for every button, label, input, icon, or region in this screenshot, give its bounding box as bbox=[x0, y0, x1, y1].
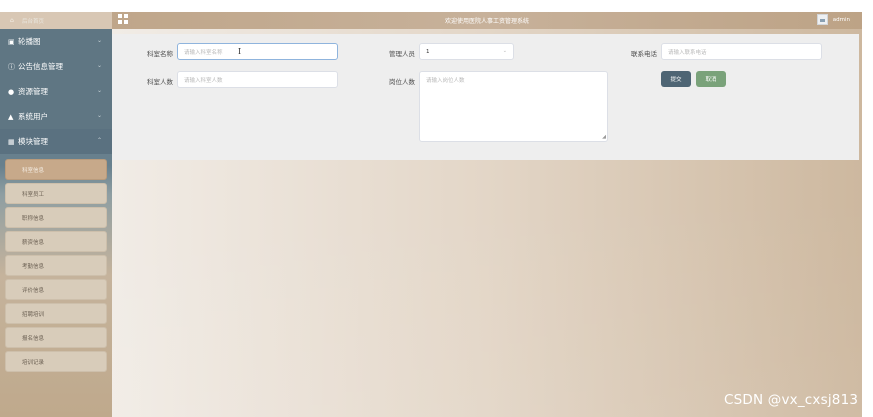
sidebar-item-dept-info[interactable]: 科室信息 bbox=[5, 159, 107, 180]
submit-button[interactable]: 提交 bbox=[661, 71, 691, 87]
sidebar-item-salary[interactable]: 薪资信息 bbox=[5, 231, 107, 252]
chevron-up-icon: ⌃ bbox=[96, 137, 102, 144]
sidebar-group-modules[interactable]: ▦ 模块管理 ⌃ bbox=[0, 129, 112, 154]
sidebar-item-recruit[interactable]: 招聘培训 bbox=[5, 303, 107, 324]
image-icon: ▣ bbox=[8, 37, 15, 46]
sidebar-item-dept-staff[interactable]: 科室员工 bbox=[5, 183, 107, 204]
header: 欢迎使用医院人事工资管理系统 admin bbox=[112, 12, 862, 29]
top-strip bbox=[0, 0, 873, 12]
positions-label: 岗位人数 bbox=[389, 78, 415, 86]
form-panel: 科室名称 请输入科室名称 I 管理人员 1 ⌄ 联系电话 请输入联系电话 科室人… bbox=[112, 34, 859, 160]
sidebar-home-label: 后台首页 bbox=[22, 18, 45, 25]
resize-handle-icon[interactable]: ◢ bbox=[602, 134, 606, 140]
chevron-down-icon: ⌄ bbox=[96, 62, 102, 69]
sidebar-group-carousel[interactable]: ▣ 轮播图 ⌄ bbox=[0, 29, 112, 54]
manager-select[interactable]: 1 ⌄ bbox=[419, 43, 514, 60]
grid-icon: ▦ bbox=[8, 137, 15, 146]
sidebar-item-training[interactable]: 培训记录 bbox=[5, 351, 107, 372]
sidebar-item-titles[interactable]: 职称信息 bbox=[5, 207, 107, 228]
cancel-button[interactable]: 取消 bbox=[696, 71, 726, 87]
chevron-down-icon: ⌄ bbox=[96, 37, 102, 44]
sidebar-group-label: 公告信息管理 bbox=[18, 62, 63, 71]
sidebar-group-label: 模块管理 bbox=[18, 137, 48, 146]
sidebar-group-label: 轮播图 bbox=[18, 37, 41, 46]
phone-input[interactable]: 请输入联系电话 bbox=[661, 43, 822, 60]
chevron-down-icon: ⌄ bbox=[96, 87, 102, 94]
sidebar-item-signup[interactable]: 报名信息 bbox=[5, 327, 107, 348]
count-label: 科室人数 bbox=[147, 78, 173, 86]
count-input[interactable]: 请输入科室人数 bbox=[177, 71, 338, 88]
sidebar-group-resource[interactable]: ● 资源管理 ⌄ bbox=[0, 79, 112, 104]
avatar[interactable] bbox=[817, 14, 828, 25]
sidebar-item-attendance[interactable]: 考勤信息 bbox=[5, 255, 107, 276]
phone-label: 联系电话 bbox=[631, 50, 657, 58]
sidebar-group-label: 系统用户 bbox=[18, 112, 48, 121]
manager-label: 管理人员 bbox=[389, 50, 415, 58]
sidebar-group-label: 资源管理 bbox=[18, 87, 48, 96]
sidebar-item-evaluation[interactable]: 评价信息 bbox=[5, 279, 107, 300]
sidebar-home[interactable]: ⌂ 后台首页 bbox=[0, 12, 112, 29]
info-icon: ⓘ bbox=[8, 62, 15, 71]
sidebar-submenu: 科室信息 科室员工 职称信息 薪资信息 考勤信息 评价信息 招聘培训 报名信息 … bbox=[0, 154, 112, 377]
sidebar-group-notice[interactable]: ⓘ 公告信息管理 ⌄ bbox=[0, 54, 112, 79]
text-cursor-icon: I bbox=[238, 47, 242, 56]
sidebar-group-users[interactable]: ▲ 系统用户 ⌄ bbox=[0, 104, 112, 129]
positions-textarea[interactable]: 请输入岗位人数 ◢ bbox=[419, 71, 608, 142]
user-name[interactable]: admin bbox=[833, 17, 850, 23]
chevron-down-icon: ⌄ bbox=[96, 112, 102, 119]
user-icon: ▲ bbox=[8, 112, 14, 121]
watermark: CSDN @vx_cxsj813 bbox=[724, 392, 859, 408]
home-icon: ⌂ bbox=[10, 17, 14, 24]
sidebar: ⌂ 后台首页 ▣ 轮播图 ⌄ ⓘ 公告信息管理 ⌄ ● 资源管理 ⌄ ▲ 系统用… bbox=[0, 12, 112, 417]
main-area: 科室名称 请输入科室名称 I 管理人员 1 ⌄ 联系电话 请输入联系电话 科室人… bbox=[112, 29, 862, 417]
chevron-down-icon: ⌄ bbox=[502, 48, 507, 54]
pin-icon: ● bbox=[8, 87, 15, 96]
dept-name-label: 科室名称 bbox=[147, 50, 173, 58]
page-title: 欢迎使用医院人事工资管理系统 bbox=[444, 18, 529, 25]
dept-name-input[interactable]: 请输入科室名称 I bbox=[177, 43, 338, 60]
